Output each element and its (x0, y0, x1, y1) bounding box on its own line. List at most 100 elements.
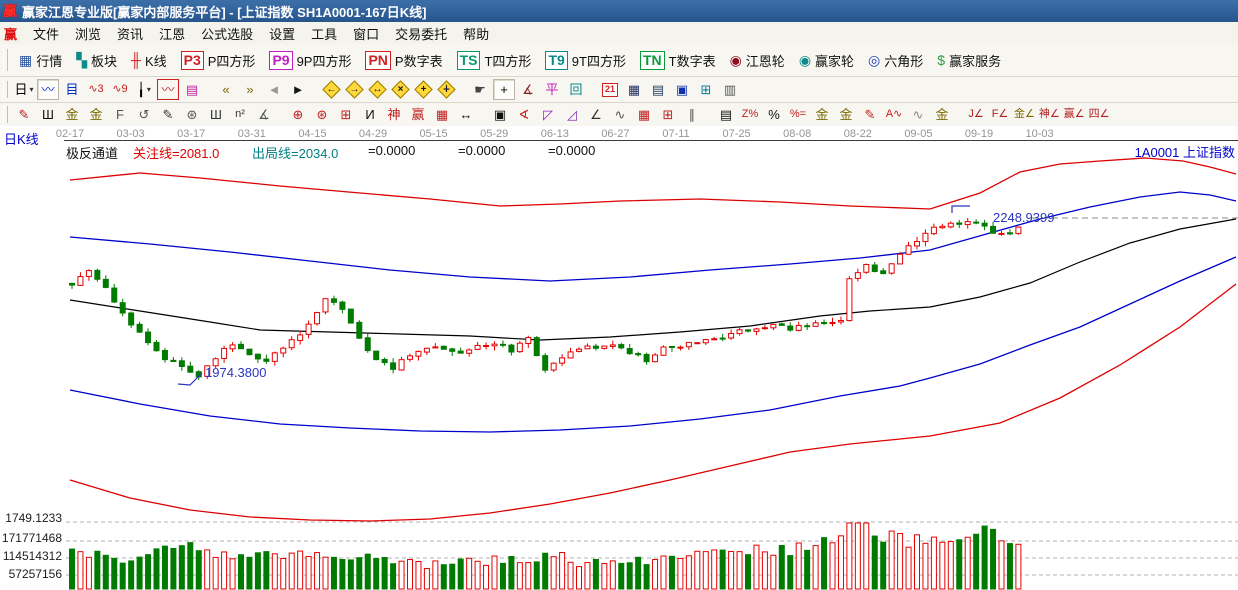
info-panel-icon[interactable]: 目 (61, 79, 83, 100)
time-lines-icon[interactable]: Ш (205, 104, 227, 125)
quotes-grid-button[interactable]: ▦行情 (12, 49, 69, 72)
parallel-lines-icon[interactable]: ∥ (681, 104, 703, 125)
sectors-button[interactable]: ▚板块 (69, 49, 124, 72)
n-square-icon[interactable]: n² (229, 104, 251, 125)
crosshair-tool-icon[interactable]: + (493, 79, 515, 100)
menu-item[interactable]: 江恩 (151, 22, 193, 45)
gann-lines-icon[interactable]: Ш (37, 104, 59, 125)
gold-circle-icon[interactable]: 金 (811, 104, 833, 125)
candle-type-icon[interactable]: ╽▾ (133, 79, 155, 100)
toolbar-grip[interactable] (3, 106, 8, 122)
calculator-icon[interactable]: ▦ (623, 79, 645, 100)
gold-angle-icon[interactable]: 金∠ (1013, 104, 1036, 125)
draw-pencil-icon[interactable]: ✎ (13, 104, 35, 125)
notepad-icon[interactable]: ▤ (647, 79, 669, 100)
scroll-right-icon[interactable]: ► (287, 79, 309, 100)
ying-angle-icon[interactable]: 赢∠ (1063, 104, 1086, 125)
red-target-icon[interactable]: ⊕ (287, 104, 309, 125)
gold-channel-icon[interactable]: 金 (931, 104, 953, 125)
menu-item[interactable]: 公式选股 (193, 22, 261, 45)
period-label[interactable]: 日K线 (4, 129, 39, 148)
kline-button[interactable]: ╫K线 (124, 49, 174, 72)
save-icon[interactable]: ▣ (671, 79, 693, 100)
zoom-all-diamond-icon[interactable]: ∔ (437, 80, 456, 99)
indicator-name[interactable]: 极反通道 (66, 143, 118, 162)
menu-item[interactable]: 浏览 (67, 22, 109, 45)
jump-first-icon[interactable]: « (215, 79, 237, 100)
grid-axis-icon[interactable]: ⊞ (657, 104, 679, 125)
red-net-icon[interactable]: 〰 (157, 79, 179, 100)
angle-measure-icon[interactable]: ∡ (517, 79, 539, 100)
gann-circle-icon[interactable]: ⊛ (181, 104, 203, 125)
mark-icon[interactable]: И (359, 104, 381, 125)
percent-red-icon[interactable]: %= (787, 104, 809, 125)
p-square-button[interactable]: P3P四方形 (174, 49, 263, 72)
wave-a-icon[interactable]: A∿ (883, 104, 905, 125)
shen-angle-icon[interactable]: 神∠ (1038, 104, 1061, 125)
gold-grid1-icon[interactable]: 金 (61, 104, 83, 125)
f-grid-icon[interactable]: F (109, 104, 131, 125)
zoom-plus-diamond-icon[interactable]: + (414, 80, 433, 99)
symbol-label[interactable]: 1A0001 上证指数 (1135, 142, 1235, 161)
winner-service-button[interactable]: $赢家服务 (930, 49, 1008, 72)
histogram-icon[interactable]: ▤ (181, 79, 203, 100)
menu-item[interactable]: 窗口 (345, 22, 387, 45)
width-arrows-icon[interactable]: ↔ (455, 104, 477, 125)
gann-fan-icon[interactable]: ∢ (513, 104, 535, 125)
p-number-table-button[interactable]: PNP数字表 (358, 49, 449, 72)
red-grid-icon[interactable]: ▦ (633, 104, 655, 125)
period-selector-icon[interactable]: 日▾ (13, 79, 35, 100)
shen-grid-icon[interactable]: 神 (383, 104, 405, 125)
menu-item[interactable]: 交易委托 (387, 22, 455, 45)
grid123-icon[interactable]: ▦ (431, 104, 453, 125)
menu-item[interactable]: 帮助 (455, 22, 497, 45)
gann-wheel-button[interactable]: ◉江恩轮 (723, 49, 792, 72)
wave9-icon[interactable]: ∿9 (109, 79, 131, 100)
menu-item[interactable]: 工具 (303, 22, 345, 45)
gold-grid2-icon[interactable]: 金 (85, 104, 107, 125)
scroll-left-icon[interactable]: ◄ (263, 79, 285, 100)
menu-item[interactable]: 文件 (25, 22, 67, 45)
hexagon-button[interactable]: ◎六角形 (861, 49, 930, 72)
menu-item[interactable]: 设置 (261, 22, 303, 45)
t9-square-button[interactable]: T99T四方形 (538, 49, 633, 72)
wave-gray-icon[interactable]: ∿ (907, 104, 929, 125)
gold-lines-icon[interactable]: 金 (835, 104, 857, 125)
web-square-icon[interactable]: ⊞ (335, 104, 357, 125)
angle-mirror-icon[interactable]: ∡ (253, 104, 275, 125)
web-star-icon[interactable]: ⊛ (311, 104, 333, 125)
f-angle-icon[interactable]: F∠ (989, 104, 1011, 125)
calendar-icon[interactable]: 21 (599, 79, 621, 100)
p9-square-button[interactable]: P99P四方形 (262, 49, 358, 72)
ying-grid-icon[interactable]: 赢 (407, 104, 429, 125)
zoom-h-diamond-icon[interactable]: ↔ (368, 80, 387, 99)
spiral-icon[interactable]: ↺ (133, 104, 155, 125)
toolbar-grip[interactable] (3, 81, 8, 99)
jump-last-icon[interactable]: » (239, 79, 261, 100)
ruler-pencil-icon[interactable]: ✎ (157, 104, 179, 125)
t-number-table-button[interactable]: TNT数字表 (633, 49, 723, 72)
maze-tool-icon[interactable]: 回 (565, 79, 587, 100)
winner-wheel-button[interactable]: ◉赢家轮 (792, 49, 861, 72)
share-icon[interactable]: ⊞ (695, 79, 717, 100)
zoom-left-diamond-icon[interactable]: ← (322, 80, 341, 99)
t-square-button[interactable]: TST四方形 (450, 49, 539, 72)
pen-flag-icon[interactable]: ✎ (859, 104, 881, 125)
j-angle-icon[interactable]: J∠ (965, 104, 987, 125)
workstation-icon[interactable]: ▥ (719, 79, 741, 100)
net-chart-icon[interactable]: 〰 (37, 79, 59, 100)
hand-tool-icon[interactable]: ☛ (469, 79, 491, 100)
price-chart-canvas[interactable] (0, 126, 1238, 590)
zoom-x-diamond-icon[interactable]: × (391, 80, 410, 99)
zigzag-icon[interactable]: ∿ (609, 104, 631, 125)
angle-lines-icon[interactable]: ∠ (585, 104, 607, 125)
percent-line-icon[interactable]: Z% (739, 104, 761, 125)
fan-box2-icon[interactable]: ◿ (561, 104, 583, 125)
chart-frame-icon[interactable]: ▣ (489, 104, 511, 125)
scale-table-icon[interactable]: ▤ (715, 104, 737, 125)
fan-box1-icon[interactable]: ◸ (537, 104, 559, 125)
zoom-right-diamond-icon[interactable]: → (345, 80, 364, 99)
title-bar[interactable]: 赢 赢家江恩专业版[赢家内部服务平台] - [上证指数 SH1A0001-167… (0, 0, 1238, 22)
toolbar-grip[interactable] (3, 49, 8, 71)
child-window-icon[interactable]: 赢 (4, 24, 17, 43)
